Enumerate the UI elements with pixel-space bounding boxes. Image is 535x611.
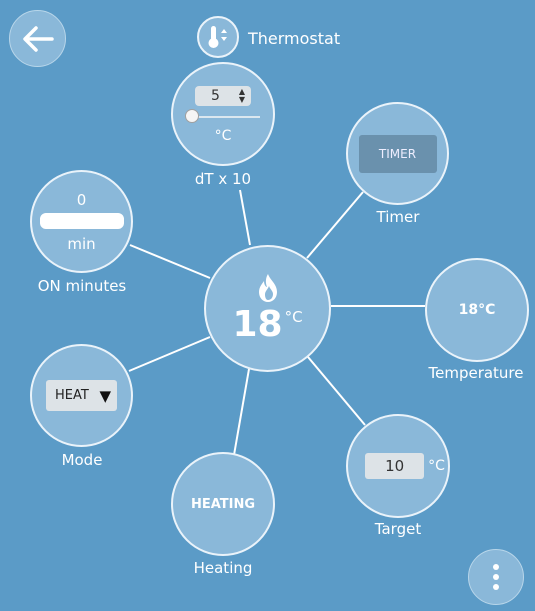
back-button[interactable]: [9, 10, 66, 67]
dt-slider-thumb[interactable]: [185, 109, 199, 123]
thermostat-title-icon: [197, 16, 239, 58]
dropdown-arrow-icon[interactable]: ▼: [99, 387, 111, 405]
on-minutes-value: 0: [76, 190, 87, 209]
target-input-group: 10 °C: [365, 453, 445, 479]
page-title: Thermostat: [248, 29, 341, 48]
arrow-left-icon: [22, 25, 54, 52]
center-temperature-display: 18 °C: [204, 245, 331, 372]
connector-on-minutes: [129, 244, 211, 279]
timer-button[interactable]: TIMER: [358, 134, 437, 173]
temperature-value: 18°C: [458, 302, 496, 318]
mode-circle: HEAT ▼: [30, 344, 133, 447]
center-value-group: 18 °C: [232, 303, 303, 345]
on-minutes-input[interactable]: [39, 212, 124, 229]
target-input[interactable]: 10: [365, 453, 425, 479]
dt-stepper[interactable]: 5 ▲ ▼: [195, 86, 251, 106]
connector-dt: [239, 189, 251, 246]
dt-slider[interactable]: [185, 109, 260, 123]
target-circle: 10 °C: [346, 414, 450, 518]
dt-label: dT x 10: [194, 170, 252, 188]
thermometer-icon: [208, 26, 227, 48]
more-vertical-icon: [493, 564, 499, 590]
dt-unit: °C: [214, 128, 232, 144]
heating-status: HEATING: [190, 496, 256, 512]
connector-heating: [233, 368, 250, 456]
dt-circle: 5 ▲ ▼ °C: [171, 62, 275, 166]
more-menu-button[interactable]: [468, 549, 524, 605]
dt-stepper-value: 5: [211, 88, 220, 104]
mode-selected-value: HEAT: [55, 388, 89, 403]
heating-circle: HEATING: [171, 452, 275, 556]
target-label: Target: [374, 520, 422, 538]
connector-mode: [128, 336, 211, 372]
heating-label: Heating: [193, 559, 253, 577]
temperature-label: Temperature: [428, 364, 524, 382]
center-temp-unit: °C: [284, 307, 303, 326]
mode-label: Mode: [61, 451, 103, 469]
on-minutes-circle: 0 min: [30, 170, 133, 273]
temperature-circle: 18°C: [425, 258, 529, 362]
on-minutes-label: ON minutes: [37, 277, 127, 295]
flame-icon: [258, 273, 277, 302]
timer-circle: TIMER: [346, 102, 449, 205]
center-temp-value: 18: [232, 303, 283, 345]
connector-target: [307, 356, 366, 426]
thermostat-canvas: Thermostat 18 °C 5 ▲ ▼ °C dT x 10 0 min O…: [0, 0, 535, 611]
timer-label: Timer: [376, 208, 420, 226]
mode-select[interactable]: HEAT ▼: [46, 380, 117, 411]
stepper-arrows-icon[interactable]: ▲ ▼: [239, 88, 245, 104]
target-unit: °C: [428, 458, 445, 474]
on-minutes-unit: min: [67, 234, 96, 253]
